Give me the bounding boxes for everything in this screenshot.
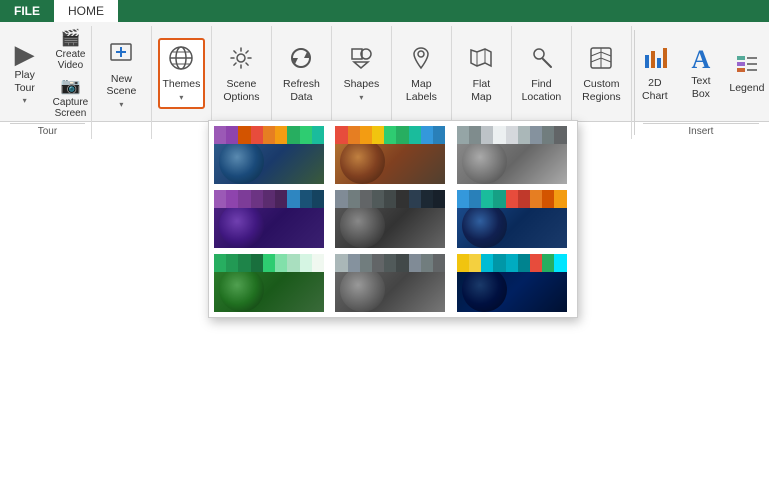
themes-buttons: Themes ▾ [158, 26, 205, 121]
themes-dropdown-arrow: ▾ [179, 93, 183, 103]
scene-options-label: SceneOptions [223, 78, 259, 103]
theme-item-9[interactable] [456, 253, 568, 313]
tour-buttons: ▶ PlayTour ▾ 🎬 CreateVideo 📷 CaptureScre… [10, 26, 85, 121]
scene-options-icon [227, 44, 255, 76]
textbox-icon: A [692, 47, 711, 73]
find-location-label: FindLocation [522, 78, 562, 103]
find-location-icon [527, 44, 555, 76]
new-scene-icon [107, 38, 135, 71]
play-icon: ▶ [15, 41, 35, 67]
themes-button[interactable]: Themes ▾ [158, 38, 205, 108]
capture-screen-label: CaptureScreen [53, 97, 89, 119]
themes-dropdown [208, 120, 578, 318]
home-tab[interactable]: HOME [54, 0, 118, 22]
play-tour-label: PlayTour [14, 69, 34, 94]
insert-buttons: 2DChart A TextBox [643, 26, 759, 121]
theme-item-6[interactable] [456, 189, 568, 249]
new-scene-button[interactable]: NewScene ▾ [99, 34, 143, 114]
video-icon: 🎬 [61, 28, 81, 48]
ribbon-group-tour: ▶ PlayTour ▾ 🎬 CreateVideo 📷 CaptureScre… [4, 26, 92, 139]
theme-item-8[interactable] [334, 253, 446, 313]
map-labels-button[interactable]: MapLabels [399, 40, 443, 107]
theme-item-4[interactable] [213, 189, 325, 249]
custom-regions-buttons: CustomRegions [578, 26, 625, 121]
custom-regions-icon [587, 44, 615, 76]
labels-buttons: MapLabels [398, 26, 445, 121]
scene-buttons: NewScene ▾ [98, 26, 145, 121]
theme-item-1[interactable] [213, 125, 325, 185]
text-box-label: TextBox [691, 75, 710, 100]
ribbon-group-custom-regions: CustomRegions . [572, 26, 632, 139]
scene-options-buttons: SceneOptions [218, 26, 265, 121]
themes-grid [213, 125, 573, 313]
text-box-button[interactable]: A TextBox [679, 43, 723, 105]
refresh-data-button[interactable]: RefreshData [278, 40, 325, 107]
refresh-data-label: RefreshData [283, 78, 320, 103]
tour-group-label: Tour [10, 123, 85, 139]
title-bar: FILE HOME [0, 0, 769, 22]
new-scene-dropdown: ▾ [119, 100, 123, 110]
legend-icon [735, 52, 759, 80]
themes-icon [167, 44, 195, 76]
shapes-icon [347, 44, 375, 76]
chart-icon [642, 45, 668, 75]
scene-options-button[interactable]: SceneOptions [218, 40, 265, 107]
shapes-label: Shapes [344, 78, 380, 91]
theme-item-7[interactable] [213, 253, 325, 313]
ribbon-group-scene: NewScene ▾ Scene [92, 26, 152, 139]
shapes-buttons: Shapes ▾ [338, 26, 385, 121]
map-labels-icon [407, 44, 435, 76]
custom-regions-label: CustomRegions [582, 78, 621, 103]
legend-button[interactable]: Legend [725, 43, 769, 105]
refresh-icon [287, 44, 315, 76]
2d-chart-label: 2DChart [642, 77, 668, 102]
data-buttons: RefreshData [278, 26, 325, 121]
theme-item-2[interactable] [334, 125, 446, 185]
play-tour-button[interactable]: ▶ PlayTour ▾ [3, 37, 47, 110]
file-tab[interactable]: FILE [0, 0, 54, 22]
flat-map-label: FlatMap [471, 78, 491, 103]
ribbon: ▶ PlayTour ▾ 🎬 CreateVideo 📷 CaptureScre… [0, 22, 769, 122]
create-video-button[interactable]: 🎬 CreateVideo [49, 26, 93, 73]
themes-label: Themes [162, 78, 200, 91]
tour-stacked: 🎬 CreateVideo 📷 CaptureScreen [49, 26, 93, 121]
insert-group-label: Insert [643, 123, 759, 139]
legend-label: Legend [729, 82, 764, 95]
camera-icon: 📷 [61, 76, 81, 96]
ribbon-group-insert: 2DChart A TextBox [637, 26, 765, 139]
2d-chart-button[interactable]: 2DChart [633, 41, 677, 106]
map-labels-label: MapLabels [406, 78, 437, 103]
find-location-buttons: FindLocation [518, 26, 565, 121]
shapes-button[interactable]: Shapes ▾ [338, 40, 385, 106]
play-dropdown-arrow: ▾ [23, 96, 27, 106]
capture-screen-button[interactable]: 📷 CaptureScreen [49, 74, 93, 121]
new-scene-label: NewScene [107, 73, 137, 98]
create-video-label: CreateVideo [55, 49, 85, 71]
flat-map-button[interactable]: FlatMap [459, 40, 503, 107]
flat-map-buttons: FlatMap [458, 26, 505, 121]
ribbon-group-themes: Themes ▾ Themes [152, 26, 212, 139]
theme-item-3[interactable] [456, 125, 568, 185]
shapes-dropdown-arrow: ▾ [359, 93, 363, 103]
custom-regions-button[interactable]: CustomRegions [578, 40, 625, 107]
flat-map-icon [467, 44, 495, 76]
theme-item-5[interactable] [334, 189, 446, 249]
find-location-button[interactable]: FindLocation [518, 40, 565, 107]
